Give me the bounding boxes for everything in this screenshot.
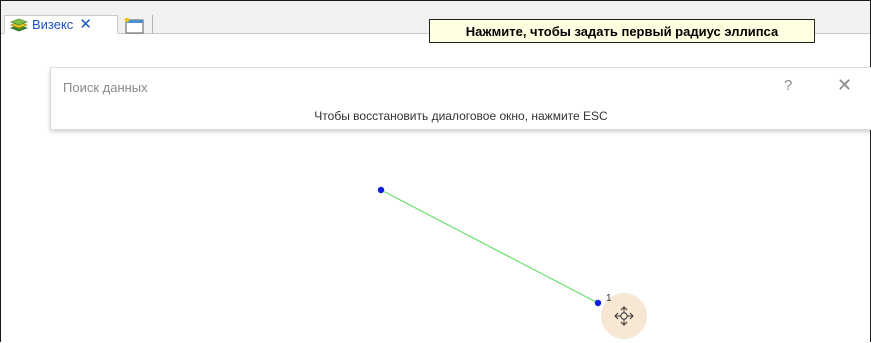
drawing-canvas[interactable] [1,1,870,342]
vertex-point-start [377,186,385,194]
help-icon[interactable]: ? [784,77,792,94]
search-dialog: Поиск данных ? ✕ Чтобы восстановить диал… [50,67,871,130]
vertex-label: 1 [606,293,612,304]
ellipse-axis-segment [380,189,599,304]
app-window: Визекс ✕ Нажмите, чтобы задать первый ра… [0,0,871,342]
close-icon[interactable]: ✕ [837,75,852,96]
dialog-title: Поиск данных [63,80,148,95]
vertex-point-end [594,299,602,307]
dialog-message: Чтобы восстановить диалоговое окно, нажм… [314,109,608,123]
